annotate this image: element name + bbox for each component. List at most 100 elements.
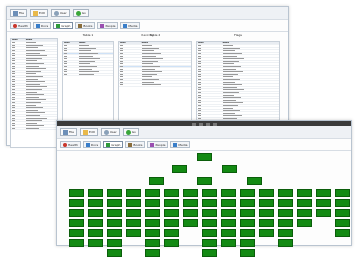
tree-node[interactable] [202, 189, 217, 197]
list-item[interactable] [119, 83, 191, 87]
back-tab-books[interactable]: Books [75, 22, 96, 29]
tree-node[interactable] [240, 249, 255, 257]
tree-node[interactable] [69, 219, 84, 227]
tree-node[interactable] [221, 209, 236, 217]
tree-node[interactable] [278, 219, 293, 227]
tree-node[interactable] [107, 219, 122, 227]
tree-node[interactable] [259, 199, 274, 207]
front-tab-media[interactable]: Media [170, 141, 191, 148]
front-toolbar-file-button[interactable]: File [60, 128, 78, 136]
tree-node[interactable] [107, 229, 122, 237]
tree-node[interactable] [240, 189, 255, 197]
tree-node[interactable] [145, 199, 160, 207]
tree-node[interactable] [107, 209, 122, 217]
tree-node[interactable] [145, 229, 160, 237]
tree-node[interactable] [221, 219, 236, 227]
tree-node[interactable] [164, 209, 179, 217]
tree-node[interactable] [145, 239, 160, 247]
tree-node[interactable] [221, 199, 236, 207]
pane-table-2[interactable]: Rank Name [118, 41, 192, 129]
tree-node[interactable] [88, 239, 103, 247]
tree-node[interactable] [145, 189, 160, 197]
tree-node[interactable] [240, 209, 255, 217]
tree-node[interactable] [222, 165, 237, 173]
tree-node[interactable] [145, 249, 160, 257]
tree-node[interactable] [316, 209, 331, 217]
column-header[interactable]: Rank [63, 42, 78, 44]
tree-node[interactable] [69, 239, 84, 247]
column-header[interactable]: Rank [11, 39, 25, 41]
tree-node[interactable] [335, 199, 350, 207]
tree-node[interactable] [278, 239, 293, 247]
tree-node[interactable] [88, 219, 103, 227]
tree-node[interactable] [202, 239, 217, 247]
tree-node[interactable] [197, 153, 212, 161]
tree-node[interactable] [126, 229, 141, 237]
tree-node[interactable] [69, 199, 84, 207]
tree-node[interactable] [335, 189, 350, 197]
column-header[interactable]: Name [78, 42, 113, 44]
front-tab-people[interactable]: People [147, 141, 169, 148]
tree-node[interactable] [126, 189, 141, 197]
tree-node[interactable] [107, 189, 122, 197]
tree-node[interactable] [69, 189, 84, 197]
tree-node[interactable] [278, 229, 293, 237]
tree-node[interactable] [69, 209, 84, 217]
tree-node[interactable] [164, 229, 179, 237]
tree-node[interactable] [297, 219, 312, 227]
back-toolbar-user-button[interactable]: User [50, 9, 70, 17]
tree-node[interactable] [202, 199, 217, 207]
tree-node[interactable] [259, 219, 274, 227]
column-header[interactable]: Name [25, 39, 57, 41]
column-header[interactable]: Rank [119, 42, 141, 44]
pane-ranking[interactable]: Rank Name [10, 38, 58, 148]
back-toolbar-edit-button[interactable]: Edit [30, 9, 48, 17]
tree-node[interactable] [240, 239, 255, 247]
tree-node[interactable] [297, 199, 312, 207]
front-tab-books[interactable]: Books [125, 141, 146, 148]
tree-node[interactable] [88, 229, 103, 237]
tree-node[interactable] [164, 239, 179, 247]
tree-node[interactable] [221, 239, 236, 247]
front-tab-docs[interactable]: Docs [82, 141, 102, 148]
tree-node[interactable] [183, 189, 198, 197]
tree-node[interactable] [172, 165, 187, 173]
tree-node[interactable] [126, 209, 141, 217]
tree-node[interactable] [259, 209, 274, 217]
tree-node[interactable] [240, 219, 255, 227]
tree-node[interactable] [240, 229, 255, 237]
tree-node[interactable] [183, 209, 198, 217]
front-toolbar-user-button[interactable]: User [100, 128, 120, 136]
front-tab-graph[interactable]: Graph [103, 141, 124, 148]
tree-node[interactable] [259, 189, 274, 197]
tree-node[interactable] [164, 219, 179, 227]
front-tab-health[interactable]: Health [60, 141, 81, 148]
tree-node[interactable] [126, 199, 141, 207]
tree-node[interactable] [221, 189, 236, 197]
tree-node[interactable] [145, 219, 160, 227]
front-toolbar-go-button[interactable]: Go [122, 128, 139, 136]
tree-node[interactable] [183, 199, 198, 207]
back-toolbar-go-button[interactable]: Go [72, 9, 89, 17]
tree-node[interactable] [145, 209, 160, 217]
tree-node[interactable] [202, 229, 217, 237]
tree-node[interactable] [316, 189, 331, 197]
tree-node[interactable] [316, 199, 331, 207]
tree-node[interactable] [240, 199, 255, 207]
tree-node[interactable] [278, 189, 293, 197]
tree-node[interactable] [202, 209, 217, 217]
back-tab-docs[interactable]: Docs [32, 22, 52, 29]
tree-node[interactable] [335, 229, 350, 237]
tree-node[interactable] [297, 209, 312, 217]
tree-node[interactable] [88, 189, 103, 197]
back-toolbar-file-button[interactable]: File [10, 9, 28, 17]
column-header[interactable]: Rank [197, 42, 222, 44]
tree-node[interactable] [183, 219, 198, 227]
tree-node[interactable] [107, 199, 122, 207]
back-tab-graph[interactable]: Graph [53, 22, 74, 29]
tree-node[interactable] [278, 199, 293, 207]
back-tab-people[interactable]: People [97, 22, 119, 29]
back-tab-media[interactable]: Media [120, 22, 141, 29]
tree-node[interactable] [197, 177, 212, 185]
tree-node[interactable] [278, 209, 293, 217]
